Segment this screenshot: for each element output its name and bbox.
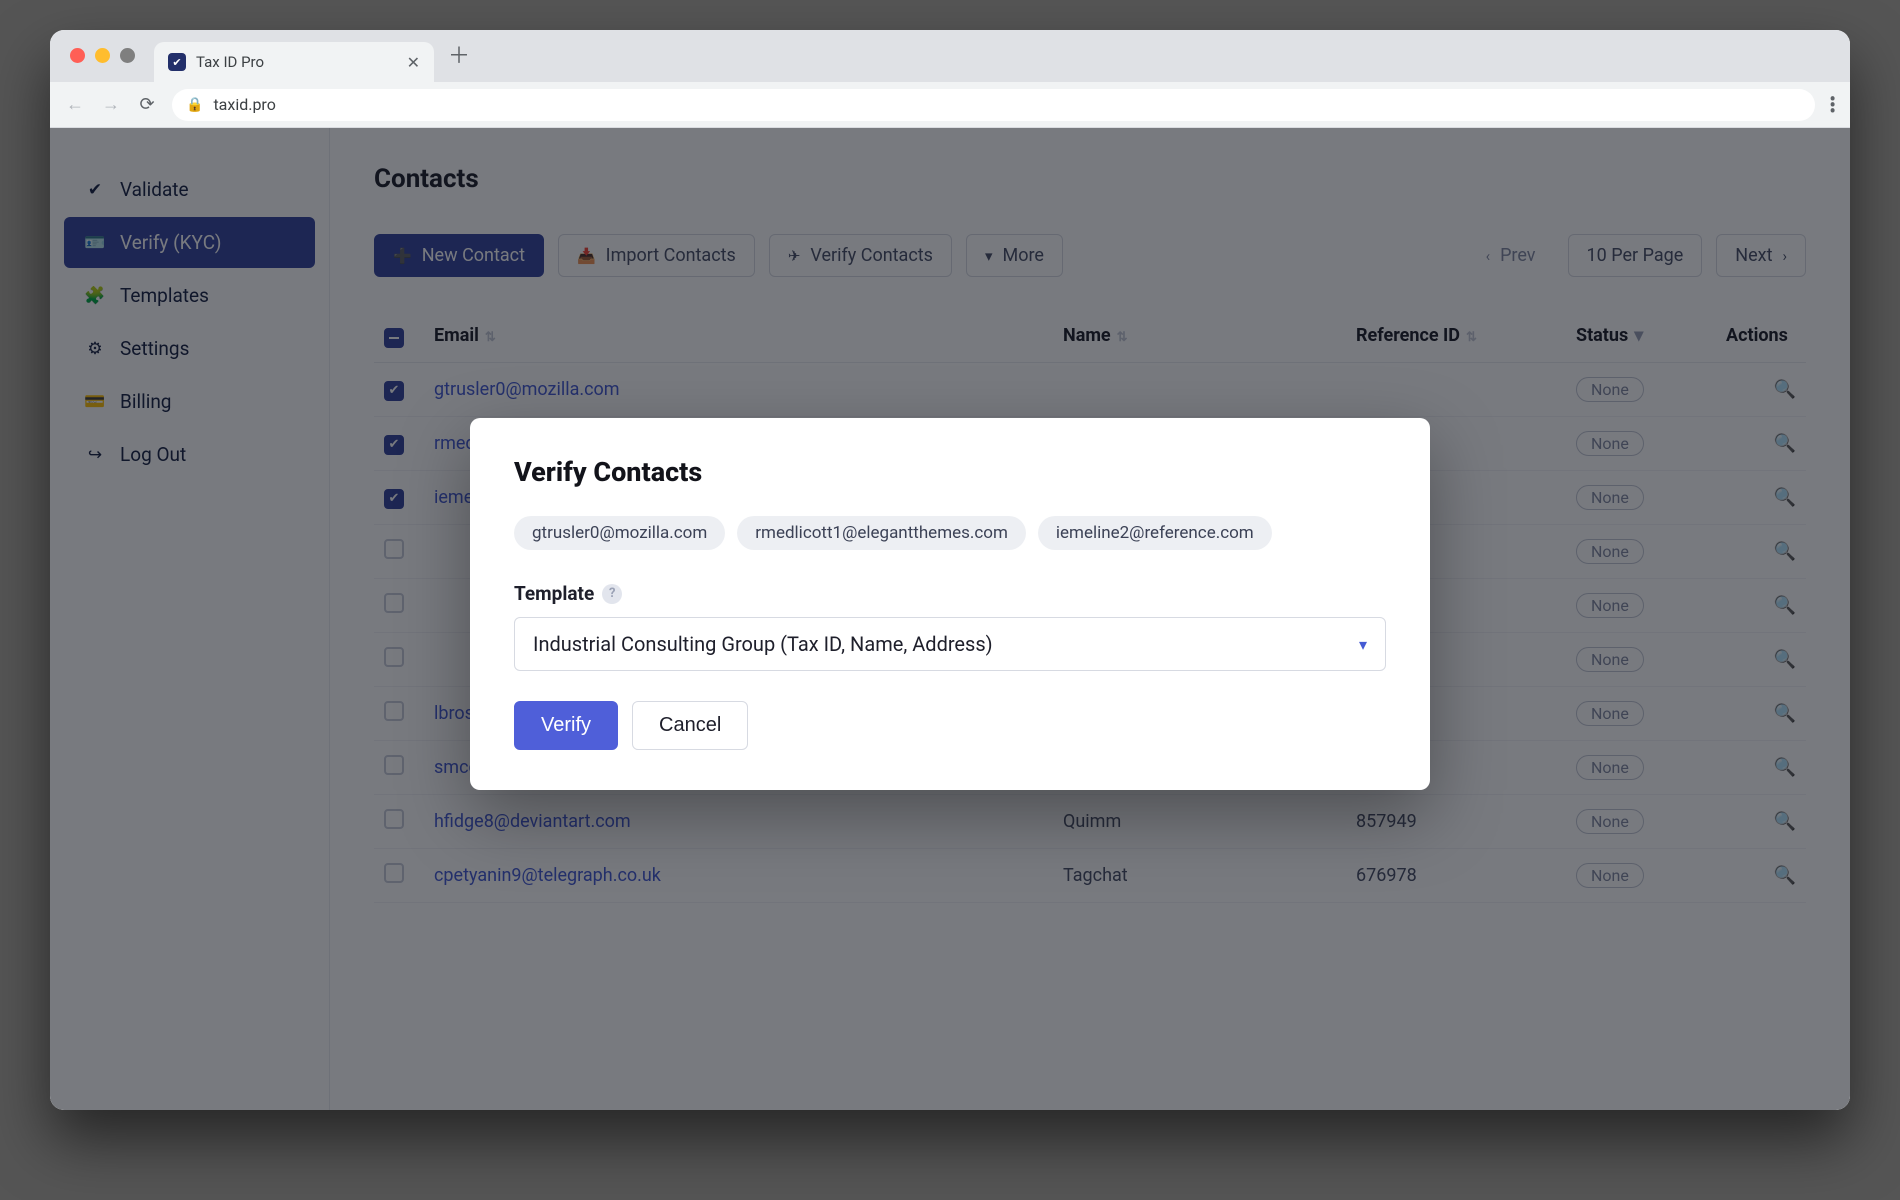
modal-actions: Verify Cancel — [514, 701, 1386, 750]
nav-reload-icon[interactable]: ⟳ — [136, 94, 158, 115]
selected-contacts-chips: gtrusler0@mozilla.com rmedlicott1@elegant… — [514, 516, 1386, 550]
browser-window: ✔ Tax ID Pro ✕ ＋ ← → ⟳ 🔒 taxid.pro ••• ✔… — [50, 30, 1850, 1110]
browser-menu-icon[interactable]: ••• — [1829, 96, 1836, 114]
browser-tab[interactable]: ✔ Tax ID Pro ✕ — [154, 42, 434, 82]
help-icon[interactable]: ? — [602, 584, 622, 604]
template-field-label: Template ? — [514, 582, 1386, 605]
window-close[interactable] — [70, 48, 85, 63]
cancel-button[interactable]: Cancel — [632, 701, 748, 750]
tab-title: Tax ID Pro — [196, 53, 397, 71]
verify-contacts-modal: Verify Contacts gtrusler0@mozilla.com rme… — [470, 418, 1430, 790]
url-text: taxid.pro — [213, 95, 275, 114]
template-select[interactable]: Industrial Consulting Group (Tax ID, Nam… — [514, 617, 1386, 671]
window-minimize[interactable] — [95, 48, 110, 63]
contact-chip[interactable]: iemeline2@reference.com — [1038, 516, 1272, 550]
url-field[interactable]: 🔒 taxid.pro — [172, 89, 1815, 121]
app-root: ✔Validate🪪Verify (KYC)🧩Templates⚙Setting… — [50, 128, 1850, 1110]
browser-addressbar: ← → ⟳ 🔒 taxid.pro ••• — [50, 82, 1850, 128]
template-select-value: Industrial Consulting Group (Tax ID, Nam… — [533, 632, 993, 656]
window-controls — [70, 48, 135, 63]
modal-title: Verify Contacts — [514, 456, 1386, 488]
window-maximize[interactable] — [120, 48, 135, 63]
browser-tabbar: ✔ Tax ID Pro ✕ ＋ — [50, 30, 1850, 82]
contact-chip[interactable]: rmedlicott1@elegantthemes.com — [737, 516, 1026, 550]
favicon: ✔ — [168, 53, 186, 71]
new-tab-button[interactable]: ＋ — [448, 38, 470, 70]
chevron-down-icon: ▾ — [1359, 635, 1367, 654]
contact-chip[interactable]: gtrusler0@mozilla.com — [514, 516, 725, 550]
verify-button[interactable]: Verify — [514, 701, 618, 750]
lock-icon: 🔒 — [186, 97, 203, 113]
nav-back-icon[interactable]: ← — [64, 94, 86, 115]
nav-forward-icon[interactable]: → — [100, 94, 122, 115]
tab-close-icon[interactable]: ✕ — [407, 53, 420, 72]
